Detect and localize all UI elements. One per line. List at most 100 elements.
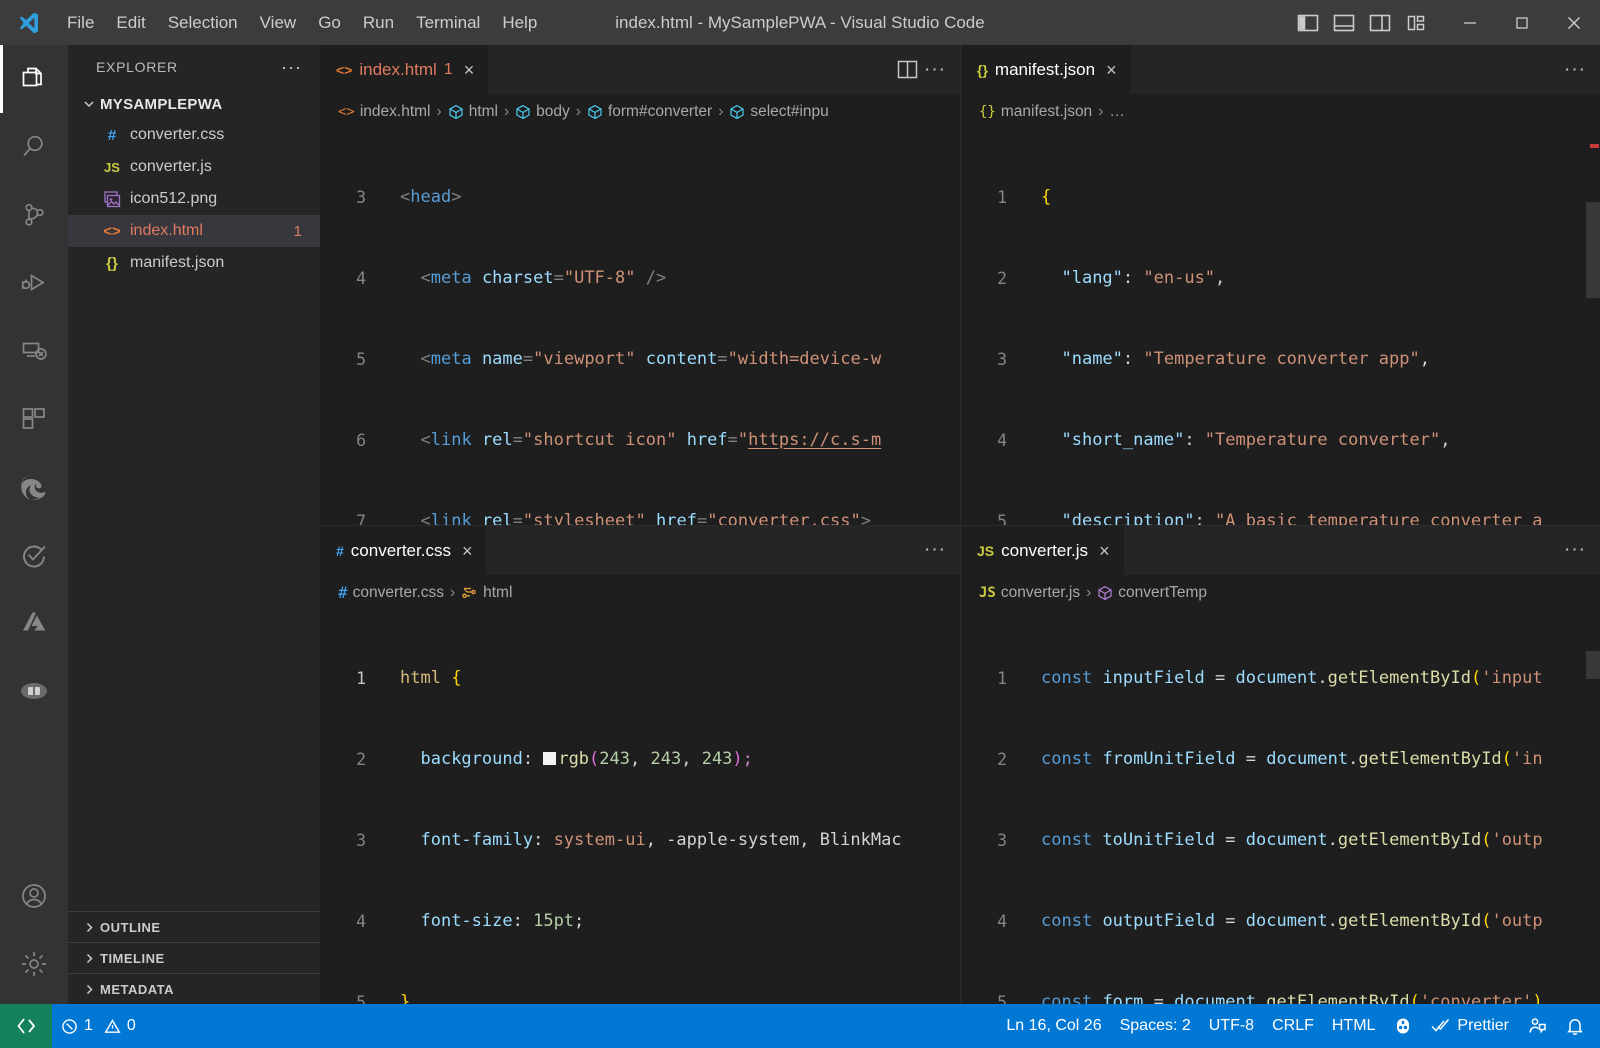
code-editor-index-html[interactable]: 3<head> 4 <meta charset="UTF-8" /> 5 <me… [320,130,960,525]
explorer-more-icon[interactable]: ··· [281,57,302,78]
editor-more-actions-icon[interactable]: ··· [924,59,946,81]
split-editor-icon[interactable] [897,60,918,79]
cursor-position[interactable]: Ln 16, Col 26 [997,1004,1110,1048]
file-item-index-html[interactable]: <> index.html 1 [68,215,320,247]
breadcrumb-separator: › [717,103,724,121]
tab-index-html[interactable]: <> index.html 1 × [320,45,488,94]
menu-edit[interactable]: Edit [105,0,156,45]
file-item-icon512-png[interactable]: icon512.png [68,183,320,215]
workspace-folder-row[interactable]: MYSAMPLEPWA [68,89,320,119]
activity-settings-gear[interactable] [0,930,68,998]
tab-close-icon[interactable]: × [1106,61,1117,79]
activity-azure[interactable] [0,589,68,657]
menu-bar[interactable]: File Edit Selection View Go Run Terminal… [56,0,548,45]
menu-run[interactable]: Run [352,0,405,45]
activity-testing[interactable] [0,521,68,589]
sidebar-section-timeline[interactable]: TIMELINE [68,942,320,973]
breadcrumb-separator: › [1085,584,1092,602]
breadcrumb[interactable]: <>index.html › html › body › form#conver… [320,94,960,130]
scrollbar-thumb[interactable] [1586,202,1600,298]
notifications-bell-icon[interactable] [1556,1004,1594,1048]
indentation-setting[interactable]: Spaces: 2 [1111,1004,1200,1048]
close-button[interactable] [1548,0,1600,45]
line-number: 3 [961,346,1029,373]
file-problem-badge: 1 [294,223,302,240]
code-line: 3const toUnitField = document.getElement… [961,827,1600,854]
scrollbar-thumb[interactable] [1586,651,1600,679]
code-editor-manifest-json[interactable]: 1{ 2 "lang": "en-us", 3 "name": "Tempera… [961,130,1600,525]
minimize-button[interactable] [1444,0,1496,45]
feedback-status[interactable] [1518,1004,1556,1048]
toggle-primary-sidebar-icon[interactable] [1290,0,1326,45]
activity-extensions[interactable] [0,385,68,453]
activity-accounts[interactable] [0,862,68,930]
toggle-secondary-sidebar-icon[interactable] [1362,0,1398,45]
language-mode[interactable]: HTML [1323,1004,1385,1048]
sidebar-section-metadata[interactable]: METADATA [68,973,320,1004]
breadcrumb-item-body[interactable]: body [536,103,570,121]
code-editor-converter-js[interactable]: 1const inputField = document.getElementB… [961,611,1600,1005]
maximize-button[interactable] [1496,0,1548,45]
sidebar-section-outline[interactable]: OUTLINE [68,911,320,942]
activity-edge-tools[interactable] [0,453,68,521]
breadcrumb[interactable]: #converter.css › html [320,575,960,611]
prettier-status[interactable]: Prettier [1422,1004,1518,1048]
breadcrumb-item-select[interactable]: select#inpu [750,103,828,121]
file-item-converter-js[interactable]: JS converter.js [68,151,320,183]
breadcrumb-item-form[interactable]: form#converter [608,103,712,121]
tab-close-icon[interactable]: × [464,61,475,79]
editor-more-actions-icon[interactable]: ··· [1564,59,1586,81]
error-circle-icon [61,1018,78,1035]
menu-file[interactable]: File [56,0,105,45]
toggle-panel-icon[interactable] [1326,0,1362,45]
breadcrumb-item-file[interactable]: manifest.json [1001,103,1092,121]
js-file-icon: JS [977,543,994,559]
tab-close-icon[interactable]: × [462,542,473,560]
file-item-converter-css[interactable]: # converter.css [68,119,320,151]
ports-status[interactable] [1384,1004,1422,1048]
status-bar: 1 0 Ln 16, Col 26 Spaces: 2 UTF-8 CRLF H… [0,1004,1600,1048]
line-number: 2 [961,746,1029,773]
breadcrumb-item-ellipsis[interactable]: … [1109,103,1125,121]
code-line: 2const fromUnitField = document.getEleme… [961,746,1600,773]
breadcrumb-item-function[interactable]: convertTemp [1118,584,1207,602]
activity-explorer[interactable] [0,45,68,113]
code-editor-converter-css[interactable]: 1html { 2 background: rgb(243, 243, 243)… [320,611,960,1005]
tab-converter-js[interactable]: JS converter.js × [961,526,1124,575]
menu-help[interactable]: Help [491,0,548,45]
editor-vertical-scrollbar[interactable] [1586,611,1600,1005]
activity-immersive[interactable] [0,657,68,725]
editor-vertical-scrollbar[interactable] [1586,130,1600,525]
breadcrumb[interactable]: JSconverter.js › convertTemp [961,575,1600,611]
breadcrumb-item-html[interactable]: html [469,103,498,121]
tab-close-icon[interactable]: × [1099,542,1110,560]
section-label: OUTLINE [100,920,161,935]
encoding-setting[interactable]: UTF-8 [1200,1004,1263,1048]
tab-converter-css[interactable]: # converter.css × [320,526,486,575]
css-file-icon: # [98,127,126,144]
remote-window-indicator[interactable] [0,1004,52,1048]
customize-layout-icon[interactable] [1398,0,1434,45]
code-line: 3 "name": "Temperature converter app", [961,346,1600,373]
activity-source-control[interactable] [0,181,68,249]
tab-manifest-json[interactable]: {} manifest.json × [961,45,1131,94]
file-item-manifest-json[interactable]: {} manifest.json [68,247,320,279]
breadcrumb-item-file[interactable]: converter.js [1001,584,1080,602]
breadcrumb-item-file[interactable]: converter.css [353,584,444,602]
activity-remote-explorer[interactable] [0,317,68,385]
menu-selection[interactable]: Selection [157,0,249,45]
menu-view[interactable]: View [249,0,308,45]
menu-terminal[interactable]: Terminal [405,0,491,45]
line-number: 4 [320,908,388,935]
menu-go[interactable]: Go [307,0,352,45]
breadcrumb-item-file[interactable]: index.html [360,103,431,121]
eol-setting[interactable]: CRLF [1263,1004,1323,1048]
editor-more-actions-icon[interactable]: ··· [924,539,946,561]
breadcrumb[interactable]: {}manifest.json › … [961,94,1600,130]
breadcrumb-item-html[interactable]: html [483,584,512,602]
editor-more-actions-icon[interactable]: ··· [1564,539,1586,561]
breadcrumb-separator: › [503,103,510,121]
problems-status[interactable]: 1 0 [52,1004,145,1048]
activity-search[interactable] [0,113,68,181]
activity-run-and-debug[interactable] [0,249,68,317]
